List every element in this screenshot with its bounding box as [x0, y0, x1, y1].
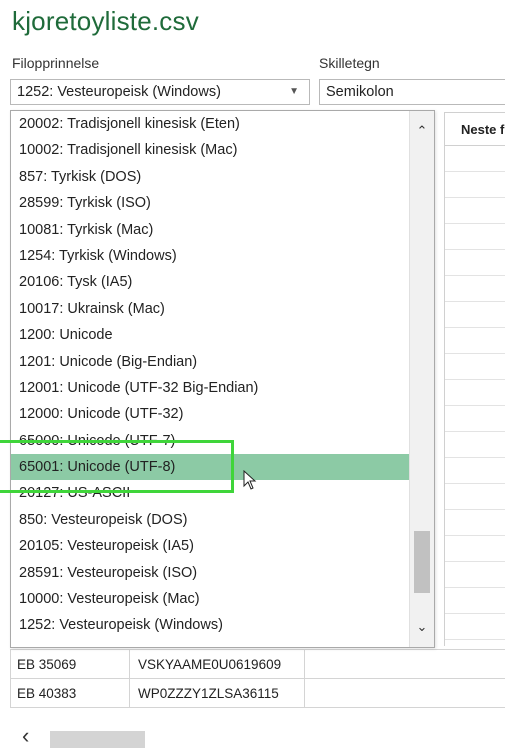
table-cell: EB 40383: [10, 678, 130, 708]
horizontal-scrollbar[interactable]: ‹: [10, 723, 505, 749]
dropdown-option[interactable]: 20105: Vesteuropeisk (IA5): [11, 533, 409, 559]
dropdown-option[interactable]: 10017: Ukrainsk (Mac): [11, 296, 409, 322]
dropdown-option[interactable]: 857: Tyrkisk (DOS): [11, 164, 409, 190]
dropdown-option[interactable]: 1200: Unicode: [11, 322, 409, 348]
window-title: kjoretoyliste.csv: [12, 6, 199, 36]
chevron-up-icon[interactable]: ⌃: [410, 119, 434, 143]
dropdown-option[interactable]: 850: Vesteuropeisk (DOS): [11, 507, 409, 533]
table-cell: [305, 649, 505, 679]
delimiter-label: Skilletegn: [319, 55, 380, 71]
file-origin-select[interactable]: 1252: Vesteuropeisk (Windows) ▼: [10, 79, 310, 105]
chevron-down-icon[interactable]: ⌄: [410, 615, 434, 639]
table-cell: [305, 678, 505, 708]
file-origin-label: Filopprinnelse: [12, 55, 100, 71]
vertical-scroll-thumb[interactable]: [414, 531, 430, 593]
dropdown-option[interactable]: 28599: Tyrkisk (ISO): [11, 190, 409, 216]
dropdown-option[interactable]: 12000: Unicode (UTF-32): [11, 401, 409, 427]
vertical-scrollbar[interactable]: ⌃ ⌄: [409, 111, 434, 647]
delimiter-select[interactable]: Semikolon: [319, 79, 505, 105]
dropdown-option[interactable]: 12001: Unicode (UTF-32 Big-Endian): [11, 375, 409, 401]
mouse-pointer-icon: [243, 470, 257, 490]
table-cell: EB 35069: [10, 649, 130, 679]
dropdown-option[interactable]: 1254: Tyrkisk (Windows): [11, 243, 409, 269]
dropdown-option[interactable]: 20002: Tradisjonell kinesisk (Eten): [11, 111, 409, 137]
dropdown-option[interactable]: 20106: Tysk (IA5): [11, 269, 409, 295]
dropdown-option[interactable]: 10081: Tyrkisk (Mac): [11, 217, 409, 243]
dropdown-option[interactable]: 1201: Unicode (Big-Endian): [11, 349, 409, 375]
dropdown-option-selected[interactable]: 65001: Unicode (UTF-8): [11, 454, 409, 481]
table-row: EB 40383 WP0ZZZY1ZLSA36115: [10, 678, 505, 708]
table-row: EB 35069 VSKYAAME0U0619609: [10, 649, 505, 679]
dropdown-option[interactable]: 28591: Vesteuropeisk (ISO): [11, 560, 409, 586]
file-origin-dropdown-list[interactable]: 20002: Tradisjonell kinesisk (Eten) 1000…: [10, 110, 435, 648]
delimiter-value: Semikolon: [326, 84, 394, 100]
dropdown-option[interactable]: 20127: US-ASCII: [11, 480, 409, 506]
preview-column-cells: [444, 146, 505, 646]
preview-column-header: Neste fr: [444, 112, 505, 146]
dropdown-option[interactable]: 1252: Vesteuropeisk (Windows): [11, 612, 409, 638]
dropdown-option[interactable]: 10002: Tradisjonell kinesisk (Mac): [11, 137, 409, 163]
dropdown-items: 20002: Tradisjonell kinesisk (Eten) 1000…: [11, 111, 409, 639]
chevron-down-icon: ▼: [289, 86, 299, 97]
dropdown-option[interactable]: 10000: Vesteuropeisk (Mac): [11, 586, 409, 612]
horizontal-scroll-thumb[interactable]: [50, 731, 145, 748]
file-origin-value: 1252: Vesteuropeisk (Windows): [17, 84, 221, 100]
table-cell: VSKYAAME0U0619609: [130, 649, 305, 679]
table-cell: WP0ZZZY1ZLSA36115: [130, 678, 305, 708]
dropdown-option[interactable]: 65000: Unicode (UTF-7): [11, 428, 409, 454]
chevron-left-icon[interactable]: ‹: [22, 723, 29, 749]
